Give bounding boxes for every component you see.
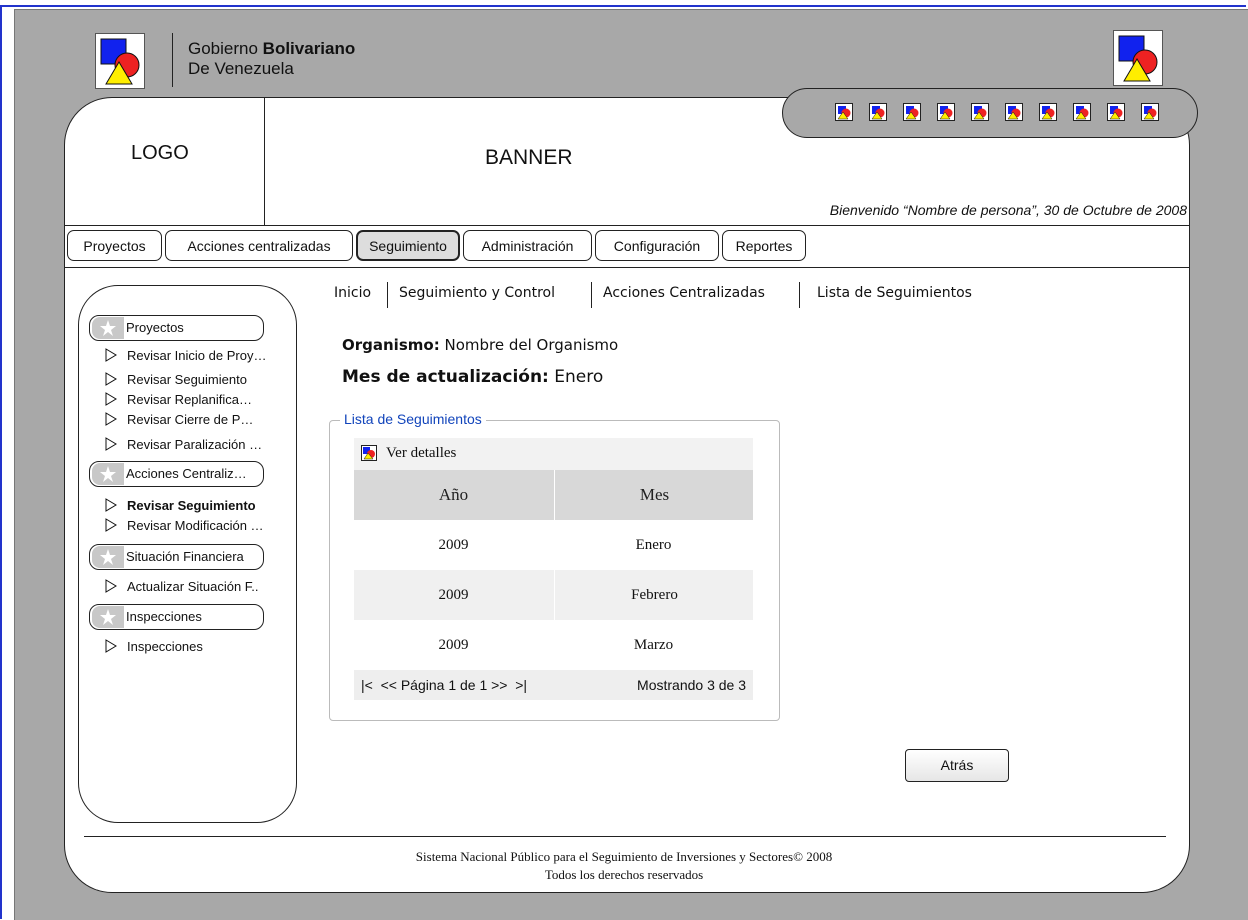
breadcrumb-separator <box>799 282 800 308</box>
ver-detalles-link[interactable]: Ver detalles <box>386 445 456 462</box>
sidebar-item[interactable]: Revisar Paralización … <box>105 436 262 454</box>
cell-anio: 2009 <box>438 637 469 653</box>
footer-copyright: Sistema Nacional Público para el Seguimi… <box>415 849 833 864</box>
sidebar-item[interactable]: Revisar Replanifica… <box>105 391 252 409</box>
cell-mes: Febrero <box>554 570 754 620</box>
triangle-right-icon <box>105 639 117 653</box>
back-button[interactable]: Atrás <box>905 749 1009 782</box>
cell-anio: 2009 <box>438 537 469 553</box>
breadcrumb-lista-seguimientos: Lista de Seguimientos <box>817 285 972 301</box>
sidebar-section-inspecciones[interactable]: Inspecciones <box>89 604 264 630</box>
cell-mes: Enero <box>635 537 672 553</box>
quick-access-icon[interactable] <box>869 103 887 121</box>
quick-access-icon[interactable] <box>937 103 955 121</box>
quick-access-icon[interactable] <box>1107 103 1125 121</box>
triangle-right-icon <box>105 392 117 406</box>
tab-reportes[interactable]: Reportes <box>722 230 806 261</box>
breadcrumb-inicio[interactable]: Inicio <box>334 285 371 301</box>
footer-rights: Todos los derechos reservados <box>544 867 704 882</box>
star-icon <box>92 463 124 485</box>
details-icon[interactable] <box>361 445 377 461</box>
logo-placeholder: LOGO <box>131 142 189 164</box>
sidebar-item[interactable]: Revisar Modificación … <box>105 517 264 535</box>
column-header-mes[interactable]: Mes <box>554 470 754 520</box>
sidebar-item[interactable]: Inspecciones <box>105 638 203 656</box>
quick-access-icon[interactable] <box>835 103 853 121</box>
showing-count: Mostrando 3 de 3 <box>637 677 746 693</box>
table-row[interactable]: 2009 Febrero <box>354 570 753 620</box>
footer-divider <box>84 836 1166 837</box>
tab-administracion[interactable]: Administración <box>463 230 592 261</box>
table-header: Año Mes <box>354 470 753 520</box>
welcome-message: Bienvenido “Nombre de persona”, 30 de Oc… <box>829 202 1187 218</box>
sidebar-section-proyectos[interactable]: Proyectos <box>89 315 264 341</box>
table-toolbar: Ver detalles <box>354 438 753 470</box>
triangle-right-icon <box>105 348 117 362</box>
header-separator <box>172 33 173 87</box>
mes-actualizacion-info: Mes de actualización: Enero <box>342 367 604 387</box>
triangle-right-icon <box>105 498 117 512</box>
cell-anio: 2009 <box>438 587 469 603</box>
triangle-right-icon <box>105 412 117 426</box>
main-menu: Proyectos Acciones centralizadas Seguimi… <box>65 225 1189 268</box>
tab-acciones-centralizadas[interactable]: Acciones centralizadas <box>165 230 353 261</box>
breadcrumb-separator <box>591 282 592 308</box>
pagination-controls[interactable]: |< << Página 1 de 1 >> >| <box>361 670 527 700</box>
tab-proyectos[interactable]: Proyectos <box>67 230 162 261</box>
breadcrumb-seguimiento-control[interactable]: Seguimiento y Control <box>399 285 555 301</box>
government-title: Gobierno Bolivariano De Venezuela <box>188 39 356 78</box>
quick-access-icon[interactable] <box>971 103 989 121</box>
quick-access-icon[interactable] <box>903 103 921 121</box>
triangle-right-icon <box>105 518 117 532</box>
sidebar-section-acciones[interactable]: Acciones Centraliz… <box>89 461 264 487</box>
triangle-right-icon <box>105 579 117 593</box>
sidebar-section-situacion[interactable]: Situación Financiera <box>89 544 264 570</box>
government-logo-icon <box>95 33 145 89</box>
sidebar-item-active[interactable]: Revisar Seguimiento <box>105 497 256 515</box>
triangle-right-icon <box>105 372 117 386</box>
sidebar-item[interactable]: Revisar Cierre de P… <box>105 411 253 429</box>
institution-logo-icon <box>1113 30 1163 86</box>
table-row[interactable]: 2009 Marzo <box>354 620 753 670</box>
quick-access-icon[interactable] <box>1039 103 1057 121</box>
organismo-info: Organismo: Nombre del Organismo <box>342 336 619 354</box>
breadcrumb-separator <box>387 282 388 308</box>
star-icon <box>92 317 124 339</box>
quick-access-bar <box>782 88 1198 138</box>
sidebar-item[interactable]: Revisar Seguimiento <box>105 371 247 389</box>
column-header-anio[interactable]: Año <box>354 470 553 520</box>
fieldset-legend: Lista de Seguimientos <box>340 411 486 427</box>
quick-access-icon[interactable] <box>1005 103 1023 121</box>
sidebar: Proyectos Revisar Inicio de Proy… Revisa… <box>78 285 297 823</box>
quick-access-icon[interactable] <box>1073 103 1091 121</box>
tab-configuracion[interactable]: Configuración <box>595 230 719 261</box>
quick-access-icon[interactable] <box>1141 103 1159 121</box>
cell-mes: Marzo <box>633 637 674 653</box>
star-icon <box>92 606 124 628</box>
breadcrumb-acciones-centralizadas[interactable]: Acciones Centralizadas <box>603 285 765 301</box>
triangle-right-icon <box>105 437 117 451</box>
table-row[interactable]: 2009 Enero <box>354 520 753 570</box>
table-pager: |< << Página 1 de 1 >> >| Mostrando 3 de… <box>354 670 753 700</box>
banner-placeholder: BANNER <box>485 146 573 169</box>
tab-seguimiento[interactable]: Seguimiento <box>356 230 460 261</box>
star-icon <box>92 546 124 568</box>
sidebar-item[interactable]: Revisar Inicio de Proy… <box>105 347 266 365</box>
logo-area: LOGO <box>65 98 265 225</box>
sidebar-item[interactable]: Actualizar Situación F.. <box>105 578 259 596</box>
